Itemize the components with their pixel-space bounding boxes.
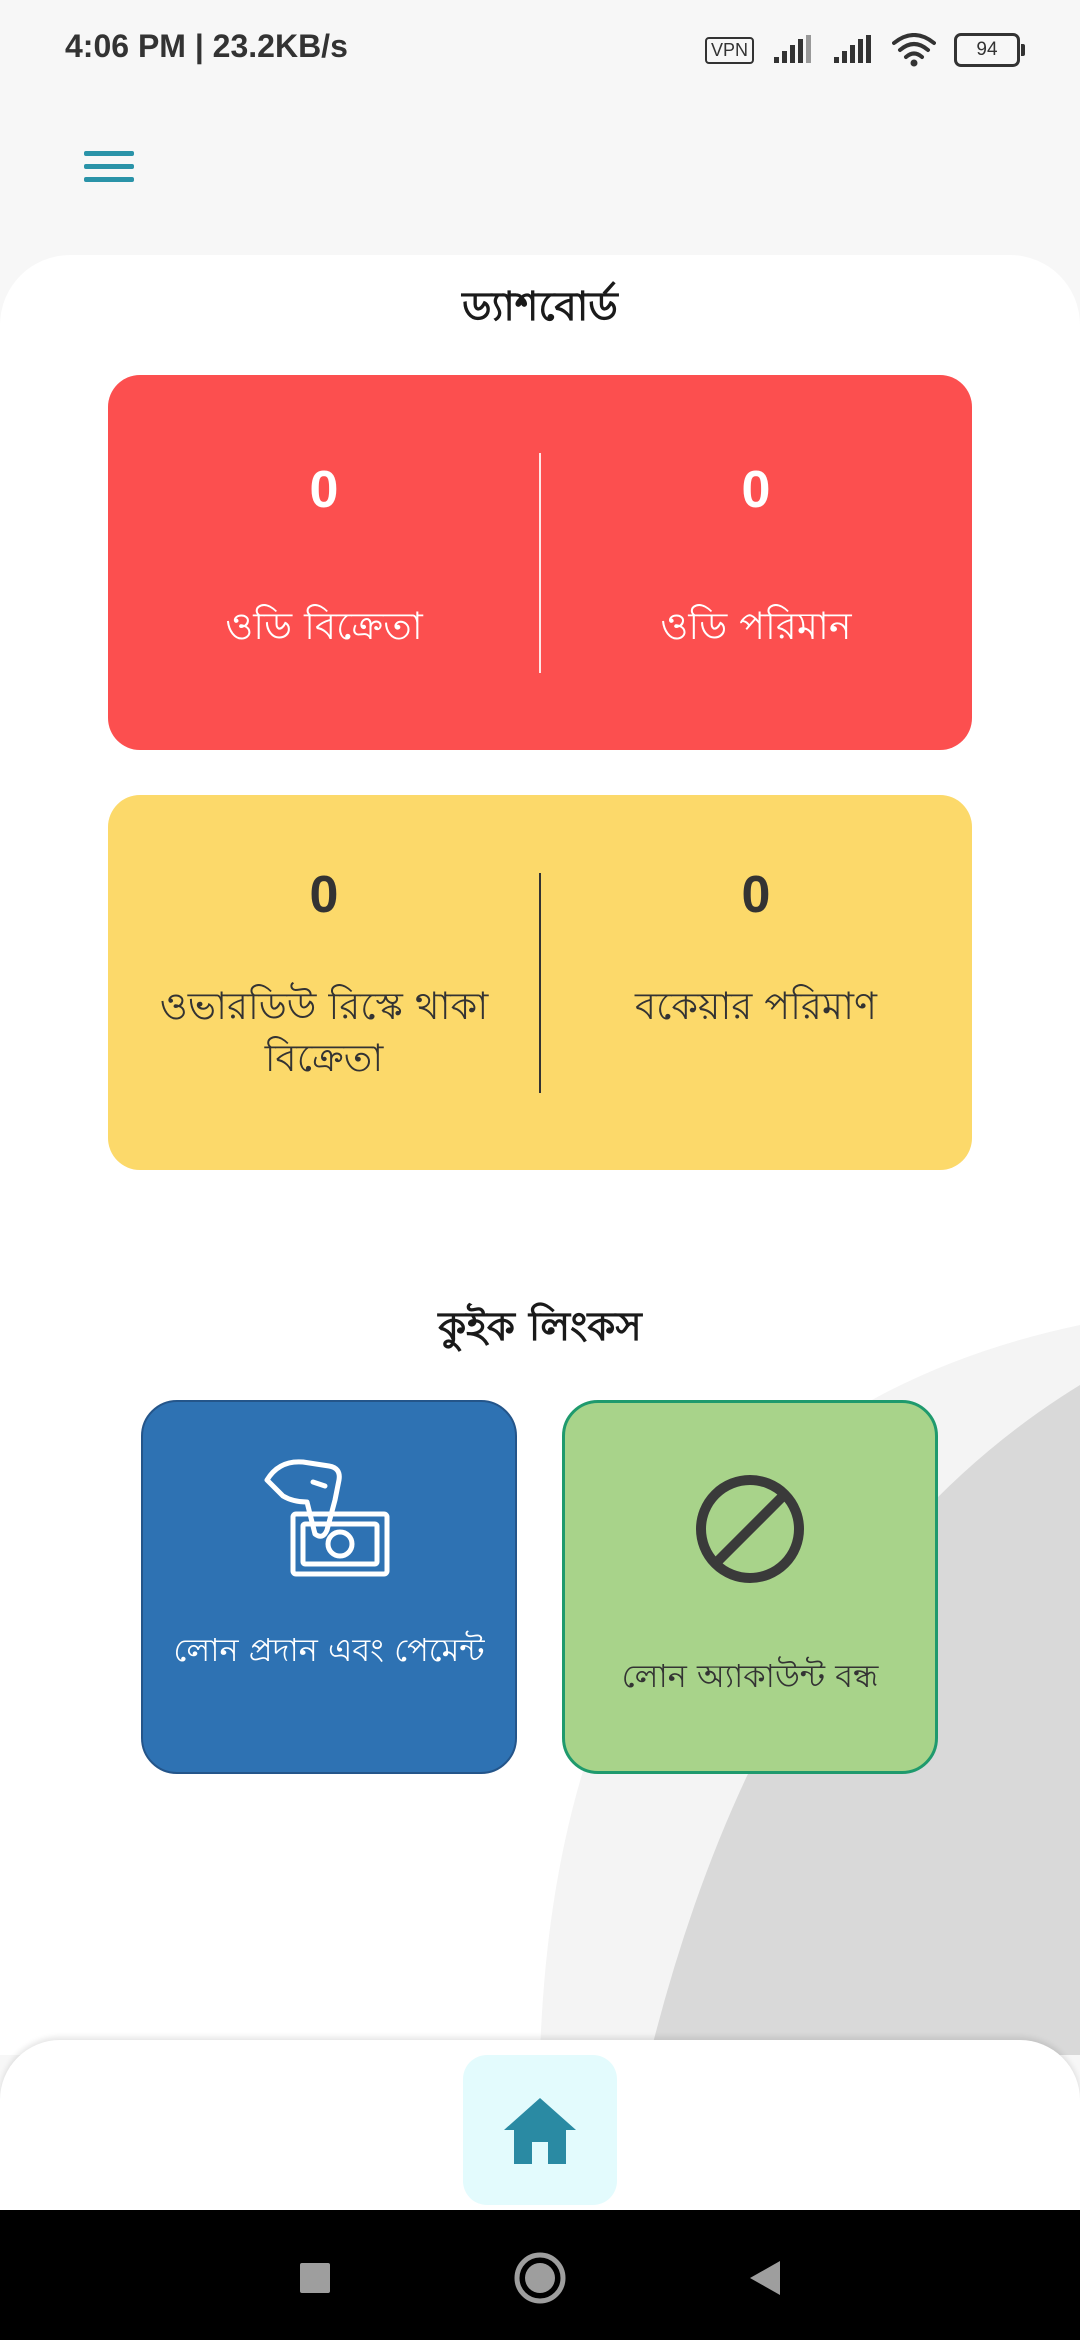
overdue-risk-value: 0 [309, 866, 339, 924]
bottom-navigation [0, 2040, 1080, 2210]
home-icon [504, 2098, 576, 2164]
back-triangle-icon [750, 2261, 780, 2295]
status-bar: 4:06 PM | 23.2KB/s VPN 94 [0, 0, 1080, 100]
overdue-risk-label: ওভারডিউ রিস্কে থাকা বিক্রেতা [159, 984, 489, 1080]
od-amount-stat[interactable]: 0 ওডি পরিমান [540, 375, 972, 750]
od-seller-value: 0 [309, 461, 339, 519]
due-amount-value: 0 [741, 866, 771, 924]
overdue-stats-card: 0 ওভারডিউ রিস্কে থাকা বিক্রেতা 0 বকেয়ার… [108, 795, 972, 1170]
od-stats-card: 0 ওডি বিক্রেতা 0 ওডি পরিমান [108, 375, 972, 750]
recent-apps-button[interactable] [287, 2250, 343, 2306]
due-amount-label: বকেয়ার পরিমাণ [634, 984, 878, 1028]
system-navigation-bar [0, 2210, 1080, 2340]
prohibited-icon [565, 1473, 935, 1585]
close-account-label: লোন অ্যাকাউন্ট বন্ধ [621, 1657, 879, 1695]
circle-icon [514, 2252, 566, 2304]
hand-cash-icon [143, 1452, 515, 1592]
od-amount-value: 0 [741, 461, 771, 519]
dashboard-sheet: ড্যাশবোর্ড 0 ওডি বিক্রেতা 0 ওডি পরিমান 0… [0, 255, 1080, 2055]
signal-icon [834, 35, 871, 63]
od-amount-label: ওডি পরিমান [660, 604, 852, 648]
back-button[interactable] [737, 2250, 793, 2306]
square-icon [300, 2263, 330, 2293]
od-seller-label: ওডি বিক্রেতা [225, 604, 423, 648]
due-amount-stat[interactable]: 0 বকেয়ার পরিমাণ [540, 795, 972, 1170]
status-time: 4:06 PM | 23.2KB/s [65, 28, 348, 64]
overdue-risk-stat[interactable]: 0 ওভারডিউ রিস্কে থাকা বিক্রেতা [108, 795, 540, 1170]
vpn-badge: VPN [704, 36, 754, 64]
hamburger-menu-icon [84, 151, 134, 182]
quick-links-title: কুইক লিংকস [438, 1304, 642, 1350]
close-account-tile[interactable]: লোন অ্যাকাউন্ট বন্ধ [562, 1400, 938, 1774]
battery-indicator: 94 [954, 33, 1025, 67]
od-seller-stat[interactable]: 0 ওডি বিক্রেতা [108, 375, 540, 750]
app-bar [0, 100, 1080, 250]
loan-payment-label: লোন প্রদান এবং পেমেন্ট [173, 1631, 485, 1669]
home-system-button[interactable] [512, 2250, 568, 2306]
menu-button[interactable] [78, 136, 140, 198]
wifi-icon [892, 33, 936, 67]
signal-icon [774, 35, 811, 63]
status-icons: VPN 94 [704, 30, 1025, 70]
loan-payment-tile[interactable]: লোন প্রদান এবং পেমেন্ট [141, 1400, 517, 1774]
page-title: ড্যাশবোর্ড [462, 284, 618, 330]
home-button[interactable] [463, 2055, 617, 2205]
